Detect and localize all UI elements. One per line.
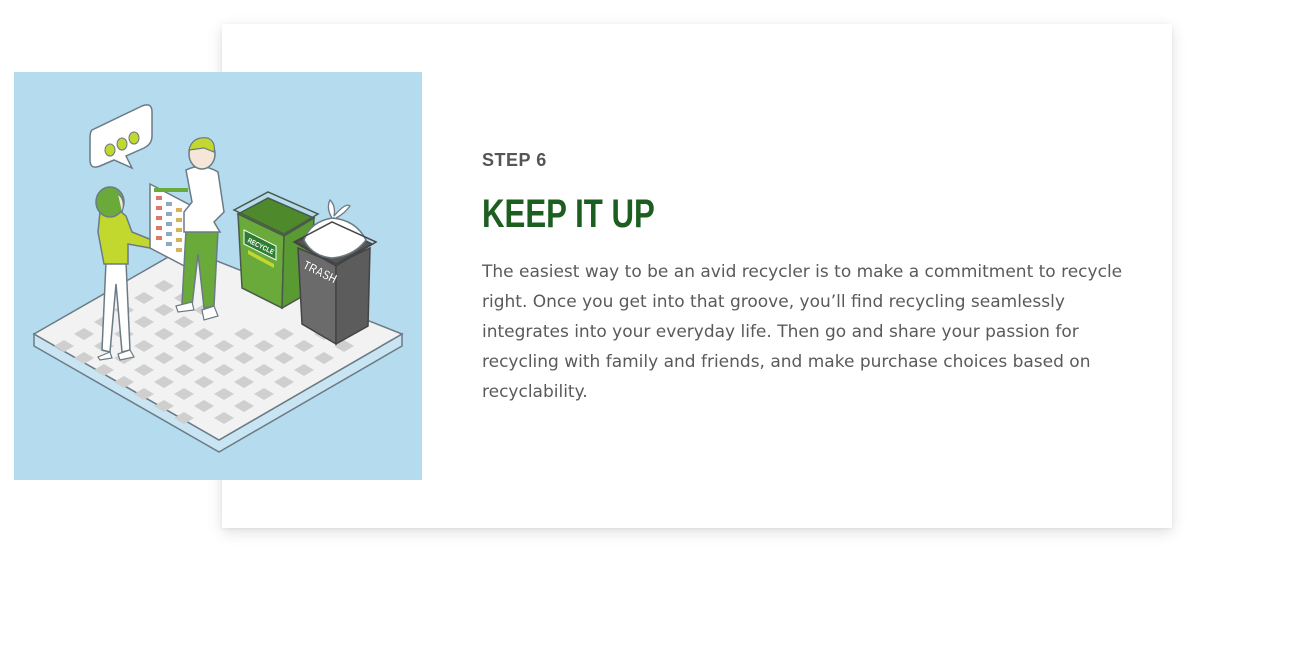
step-number-label: STEP 6 — [482, 150, 547, 170]
people-recycling-illustration: RECYCLE TRASH — [32, 104, 404, 453]
speech-bubble-icon — [89, 104, 153, 170]
step-description: The easiest way to be an avid recycler i… — [482, 262, 1123, 402]
step-title: KEEP IT UP — [482, 192, 655, 236]
recycling-illustration: RECYCLE TRASH — [14, 72, 422, 480]
